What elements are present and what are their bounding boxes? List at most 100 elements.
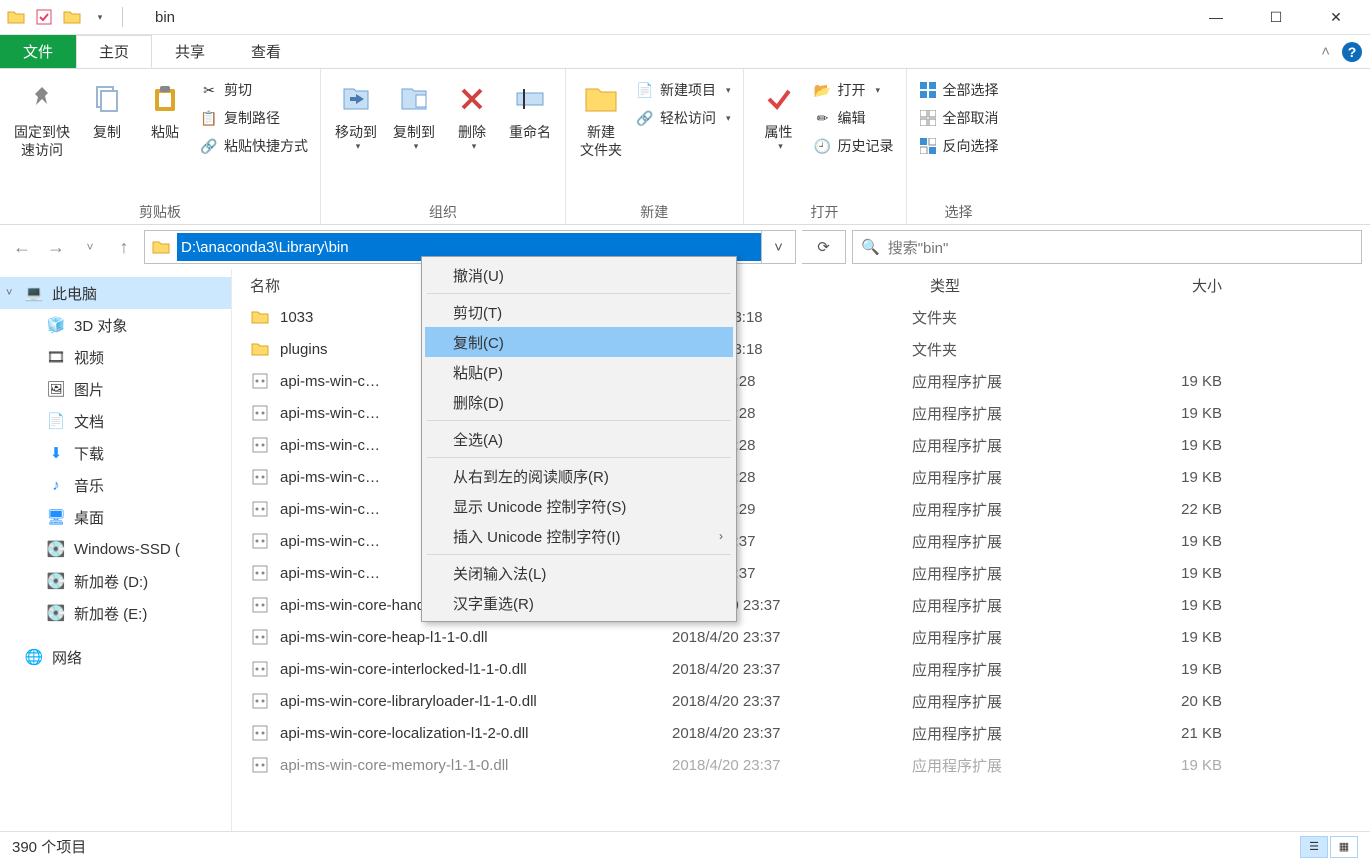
properties-button[interactable]: 属性 [750,75,808,152]
table-row[interactable]: api-ms-win-c…8/4/20 23:37应用程序扩展19 KB [232,557,1370,589]
invert-selection-button[interactable]: 反向选择 [913,133,1005,159]
ctx-delete[interactable]: 删除(D) [425,387,733,417]
dll-icon [250,595,270,615]
maximize-button[interactable]: ☐ [1246,0,1306,35]
history-button[interactable]: 🕘历史记录 [808,133,900,159]
table-row[interactable]: 103321/8/11 23:18文件夹 [232,301,1370,333]
delete-button[interactable]: 删除 [443,75,501,152]
sidebar-item-desktop[interactable]: 🖥桌面 [0,501,231,533]
sidebar-item-documents[interactable]: 📄文档 [0,405,231,437]
open-button[interactable]: 📂打开 [808,77,900,103]
ctx-close-ime[interactable]: 关闭输入法(L) [425,558,733,588]
navigation-pane[interactable]: ˅💻此电脑 🧊3D 对象 🎞视频 🖼图片 📄文档 ⬇下载 ♪音乐 🖥桌面 💽Wi… [0,269,232,831]
sidebar-item-3d-objects[interactable]: 🧊3D 对象 [0,309,231,341]
sidebar-item-music[interactable]: ♪音乐 [0,469,231,501]
col-size[interactable]: 大小 [1122,275,1242,296]
table-row[interactable]: api-ms-win-core-localization-l1-2-0.dll2… [232,717,1370,749]
paste-button[interactable]: 粘贴 [136,75,194,141]
sidebar-label: 网络 [52,647,82,668]
file-list[interactable]: 名称 改日期 类型 大小 103321/8/11 23:18文件夹plugins… [232,269,1370,831]
nav-history-button[interactable]: ˅ [76,233,104,261]
new-folder-button[interactable]: 新建 文件夹 [572,75,630,159]
col-type[interactable]: 类型 [912,275,1122,296]
table-row[interactable]: api-ms-win-core-heap-l1-1-0.dll2018/4/20… [232,621,1370,653]
open-icon: 📂 [814,81,832,99]
rename-button[interactable]: 重命名 [501,75,559,141]
sidebar-item-vol-d[interactable]: 💽新加卷 (D:) [0,565,231,597]
view-details-button[interactable]: ☰ [1300,836,1328,858]
sidebar-item-vol-e[interactable]: 💽新加卷 (E:) [0,597,231,629]
collapse-ribbon-icon[interactable]: ˄ [1321,43,1330,60]
file-type: 应用程序扩展 [912,499,1122,520]
invert-label: 反向选择 [943,136,999,156]
table-row[interactable]: api-ms-win-core-libraryloader-l1-1-0.dll… [232,685,1370,717]
copy-path-button[interactable]: 📋复制路径 [194,105,314,131]
address-dropdown-button[interactable]: ˅ [761,231,795,263]
tab-file[interactable]: 文件 [0,35,76,68]
ctx-paste[interactable]: 粘贴(P) [425,357,733,387]
copy-button[interactable]: 复制 [78,75,136,141]
qat-dropdown-icon[interactable]: ▾ [88,5,112,29]
chevron-down-icon[interactable]: ˅ [6,287,12,299]
nav-forward-button[interactable]: → [42,233,70,261]
view-icons-button[interactable]: ▦ [1330,836,1358,858]
table-row[interactable]: api-ms-win-core-memory-l1-1-0.dll2018/4/… [232,749,1370,781]
sidebar-item-videos[interactable]: 🎞视频 [0,341,231,373]
table-row[interactable]: plugins21/8/11 23:18文件夹 [232,333,1370,365]
cut-button[interactable]: ✂剪切 [194,77,314,103]
tab-share[interactable]: 共享 [152,35,228,68]
ctx-show-unicode[interactable]: 显示 Unicode 控制字符(S) [425,491,733,521]
ctx-copy[interactable]: 复制(C) [425,327,733,357]
ctx-select-all[interactable]: 全选(A) [425,424,733,454]
copy-to-button[interactable]: 复制到 [385,75,443,152]
tab-view[interactable]: 查看 [228,35,304,68]
move-to-button[interactable]: 移动到 [327,75,385,152]
table-row[interactable]: api-ms-win-core-interlocked-l1-1-0.dll20… [232,653,1370,685]
table-row[interactable]: api-ms-win-c…8/4/20 23:29应用程序扩展22 KB [232,493,1370,525]
copy-icon [87,79,127,119]
sidebar-label: 视频 [74,347,104,368]
minimize-button[interactable]: — [1186,0,1246,35]
new-folder-icon [581,79,621,119]
tab-home[interactable]: 主页 [76,35,152,68]
ctx-hanzi[interactable]: 汉字重选(R) [425,588,733,618]
pin-button[interactable]: 固定到快 速访问 [6,75,78,159]
table-row[interactable]: api-ms-win-c…8/4/20 23:28应用程序扩展19 KB [232,461,1370,493]
qat-properties-icon[interactable] [32,5,56,29]
easy-access-button[interactable]: 🔗轻松访问 [630,105,737,131]
sidebar-item-downloads[interactable]: ⬇下载 [0,437,231,469]
sidebar-item-pictures[interactable]: 🖼图片 [0,373,231,405]
ctx-cut[interactable]: 剪切(T) [425,297,733,327]
sidebar-label: Windows-SSD ( [74,541,180,558]
sidebar-item-network[interactable]: 🌐网络 [0,641,231,673]
edit-button[interactable]: ✏编辑 [808,105,900,131]
table-row[interactable]: api-ms-win-c…8/4/20 23:28应用程序扩展19 KB [232,365,1370,397]
select-all-button[interactable]: 全部选择 [913,77,1005,103]
refresh-button[interactable]: ⟳ [802,230,846,264]
table-row[interactable]: api-ms-win-c…8/4/20 23:28应用程序扩展19 KB [232,429,1370,461]
close-button[interactable]: ✕ [1306,0,1366,35]
paste-label: 粘贴 [151,123,179,141]
qat-new-folder-icon[interactable] [60,5,84,29]
table-row[interactable]: api-ms-win-c…8/4/20 23:37应用程序扩展19 KB [232,525,1370,557]
file-size: 19 KB [1122,565,1242,582]
file-type: 应用程序扩展 [912,659,1122,680]
sidebar-item-ssd[interactable]: 💽Windows-SSD ( [0,533,231,565]
history-label: 历史记录 [838,136,894,156]
ctx-undo[interactable]: 撤消(U) [425,260,733,290]
new-item-button[interactable]: 📄新建项目 [630,77,737,103]
column-headers: 名称 改日期 类型 大小 [232,269,1370,301]
help-icon[interactable]: ? [1342,42,1362,62]
file-size: 19 KB [1122,597,1242,614]
nav-up-button[interactable]: ↑ [110,233,138,261]
select-none-button[interactable]: 全部取消 [913,105,1005,131]
scissors-icon: ✂ [200,81,218,99]
paste-shortcut-button[interactable]: 🔗粘贴快捷方式 [194,133,314,159]
table-row[interactable]: api-ms-win-core-handle-l1-1-0.dll2018/4/… [232,589,1370,621]
table-row[interactable]: api-ms-win-c…8/4/20 23:28应用程序扩展19 KB [232,397,1370,429]
search-box[interactable]: 🔍 搜索"bin" [852,230,1362,264]
nav-back-button[interactable]: ← [8,233,36,261]
ctx-rtl[interactable]: 从右到左的阅读顺序(R) [425,461,733,491]
ctx-insert-unicode[interactable]: 插入 Unicode 控制字符(I)› [425,521,733,551]
sidebar-item-this-pc[interactable]: ˅💻此电脑 [0,277,231,309]
